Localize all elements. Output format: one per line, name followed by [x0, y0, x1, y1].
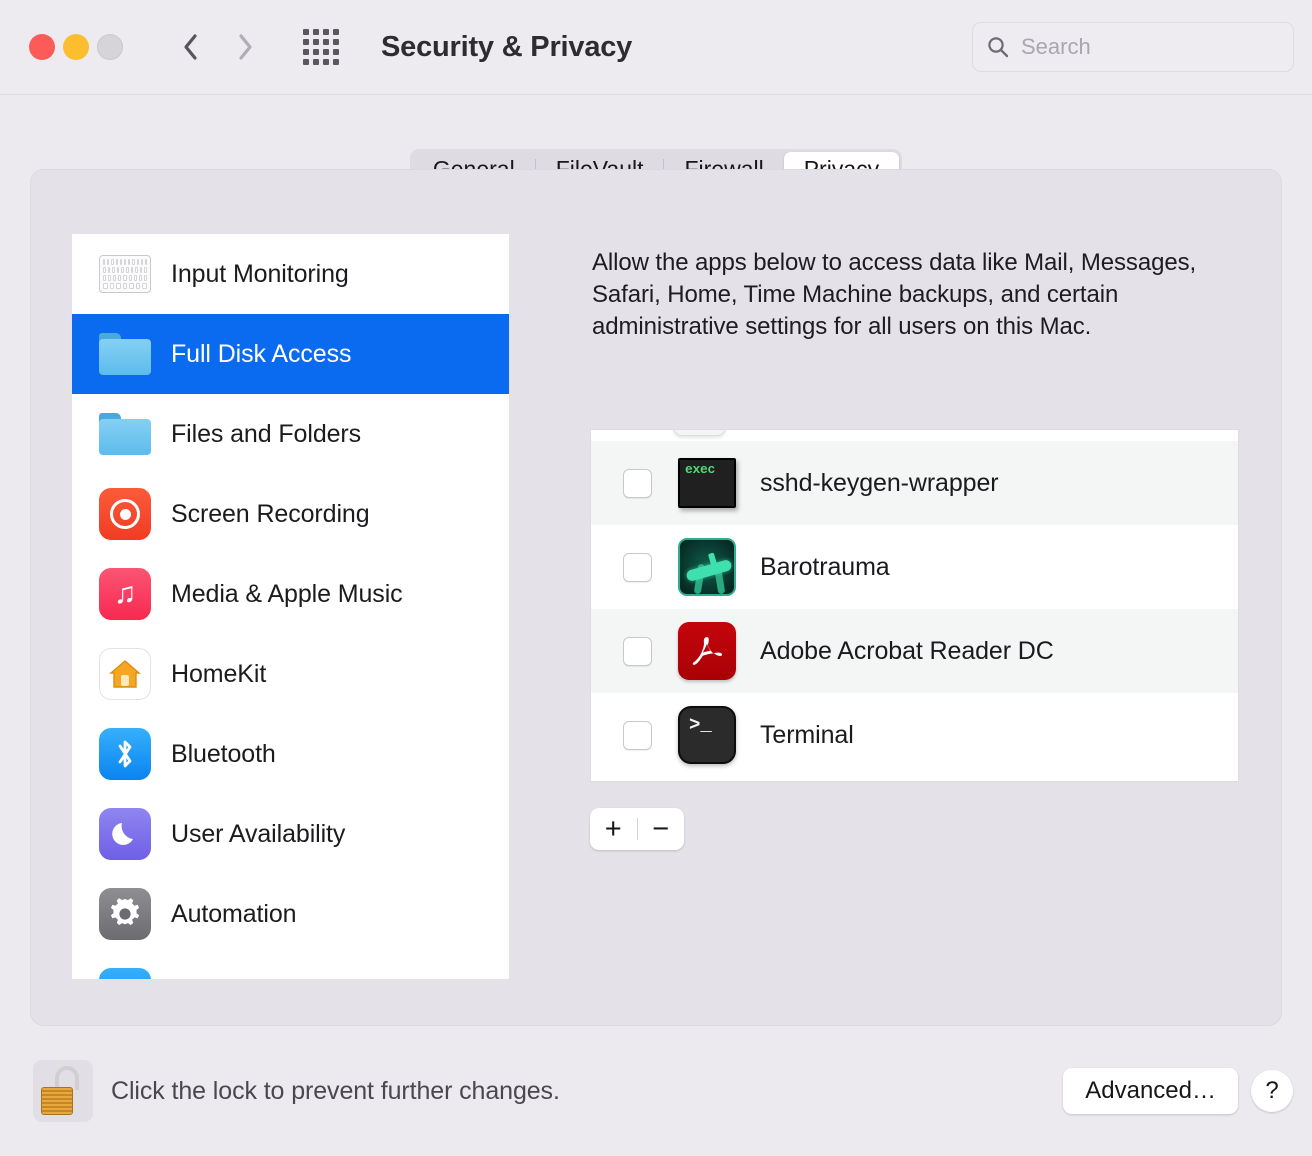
unlocked-padlock-icon[interactable]: [33, 1060, 93, 1122]
terminal-app-icon: >_: [678, 706, 736, 764]
sidebar-item-label: Automation: [171, 899, 297, 928]
app-name-label: Adobe Acrobat Reader DC: [760, 636, 1054, 665]
sidebar-item-automation[interactable]: Automation: [72, 874, 509, 954]
partial-app-icon: [99, 968, 151, 979]
clipped-row-above: [591, 430, 1238, 441]
screen-recording-icon: [99, 488, 151, 540]
app-name-label: sshd-keygen-wrapper: [760, 468, 999, 497]
sidebar-item-media-apple-music[interactable]: ♫ Media & Apple Music: [72, 554, 509, 634]
add-app-button[interactable]: +: [590, 808, 637, 850]
sidebar-item-files-and-folders[interactable]: Files and Folders: [72, 394, 509, 474]
exec-binary-icon: exec: [678, 454, 736, 512]
sidebar-item-label: HomeKit: [171, 659, 267, 688]
pane-description: Allow the apps below to access data like…: [592, 249, 1197, 340]
folder-icon: [99, 328, 151, 380]
keyboard-icon: [99, 248, 151, 300]
sidebar-item-input-monitoring[interactable]: Input Monitoring: [72, 234, 509, 314]
search-input[interactable]: [1021, 34, 1279, 60]
minimize-button[interactable]: [63, 34, 89, 60]
sidebar-item-label: Media & Apple Music: [171, 579, 403, 608]
app-permission-list[interactable]: exec sshd-keygen-wrapper Barotrauma Adob…: [590, 429, 1239, 782]
sidebar-item-partial[interactable]: [72, 954, 509, 979]
privacy-category-list[interactable]: Input Monitoring Full Disk Access Files …: [72, 234, 509, 979]
table-row[interactable]: >_ Terminal: [591, 693, 1238, 777]
app-checkbox[interactable]: [623, 720, 652, 750]
sidebar-item-full-disk-access[interactable]: Full Disk Access: [72, 314, 509, 394]
adobe-acrobat-icon: [678, 622, 736, 680]
footer-bar: Click the lock to prevent further change…: [0, 1026, 1312, 1156]
table-row[interactable]: Barotrauma: [591, 525, 1238, 609]
app-name-label: Terminal: [760, 720, 854, 749]
bluetooth-icon: [99, 728, 151, 780]
advanced-button[interactable]: Advanced…: [1063, 1068, 1238, 1114]
sidebar-item-label: Files and Folders: [171, 419, 362, 448]
title-bar: Security & Privacy: [0, 0, 1312, 95]
table-row[interactable]: Adobe Acrobat Reader DC: [591, 609, 1238, 693]
app-checkbox[interactable]: [623, 636, 652, 666]
sidebar-item-label: Full Disk Access: [171, 339, 352, 368]
navigation-arrows: [179, 31, 257, 63]
gear-icon: [99, 888, 151, 940]
chevron-left-icon[interactable]: [179, 31, 203, 63]
moon-icon: [99, 808, 151, 860]
app-checkbox[interactable]: [623, 468, 652, 498]
folder-icon: [99, 408, 151, 460]
zoom-button: [97, 34, 123, 60]
sidebar-item-screen-recording[interactable]: Screen Recording: [72, 474, 509, 554]
remove-app-button[interactable]: −: [638, 808, 685, 850]
sidebar-item-user-availability[interactable]: User Availability: [72, 794, 509, 874]
add-remove-buttons: + −: [590, 808, 684, 850]
grid-apps-icon[interactable]: [303, 29, 339, 65]
detail-pane: Allow the apps below to access data like…: [556, 234, 1242, 979]
app-name-label: Barotrauma: [760, 552, 890, 581]
help-button[interactable]: ?: [1251, 1070, 1293, 1112]
search-field[interactable]: [972, 22, 1294, 72]
home-icon: [99, 648, 151, 700]
lock-hint-text: Click the lock to prevent further change…: [111, 1076, 560, 1105]
sidebar-item-homekit[interactable]: HomeKit: [72, 634, 509, 714]
app-checkbox[interactable]: [623, 552, 652, 582]
barotrauma-app-icon: [678, 538, 736, 596]
close-button[interactable]: [29, 34, 55, 60]
sidebar-item-label: Bluetooth: [171, 739, 276, 768]
clipped-app-icon: [673, 430, 726, 436]
sidebar-item-label: User Availability: [171, 819, 346, 848]
search-icon: [988, 37, 1009, 58]
music-note-icon: ♫: [99, 568, 151, 620]
sidebar-item-label: Input Monitoring: [171, 259, 349, 288]
window-controls: [29, 34, 123, 60]
sidebar-item-label: Screen Recording: [171, 499, 370, 528]
chevron-right-icon[interactable]: [233, 31, 257, 63]
table-row[interactable]: exec sshd-keygen-wrapper: [591, 441, 1238, 525]
settings-card: Input Monitoring Full Disk Access Files …: [30, 169, 1282, 1026]
sidebar-item-bluetooth[interactable]: Bluetooth: [72, 714, 509, 794]
page-title: Security & Privacy: [381, 30, 633, 63]
